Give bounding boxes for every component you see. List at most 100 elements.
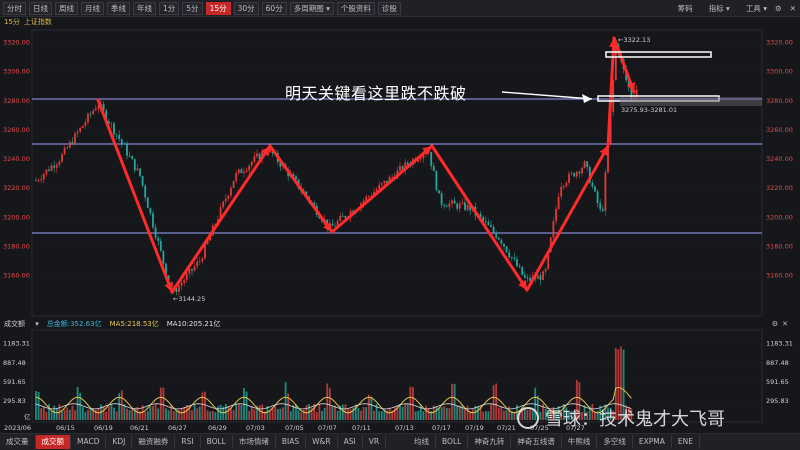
volume-bar — [110, 404, 113, 420]
candle-body — [383, 180, 386, 184]
tab-magic-five[interactable]: 神奇五线谱 — [511, 435, 562, 449]
date-tick-label: 07/05 — [285, 424, 304, 432]
tab-boll[interactable]: BOLL — [201, 435, 233, 449]
candle-body — [237, 169, 240, 173]
volume-bar — [63, 409, 66, 420]
date-tick-label: 06/21 — [130, 424, 149, 432]
volume-bar — [198, 406, 201, 420]
candle-body — [557, 196, 560, 210]
date-tick-label: 07/21 — [497, 424, 516, 432]
candle-body — [565, 182, 568, 186]
price-tick-label-left: 3160.00 — [3, 272, 30, 280]
candle-body — [484, 220, 487, 222]
tab-expma[interactable]: EXPMA — [633, 435, 672, 449]
candle-body — [146, 197, 149, 208]
volume-bar — [276, 409, 279, 420]
panel-settings-icon[interactable]: ⚙ — [772, 320, 778, 328]
candle-body — [201, 258, 204, 262]
tab-magic-nine[interactable]: 神奇九转 — [468, 435, 512, 449]
candle-body — [198, 261, 201, 262]
volume-bar — [406, 404, 409, 420]
volume-bar — [380, 411, 383, 420]
tab-sentiment[interactable]: 市场情绪 — [233, 435, 276, 449]
tab-bias[interactable]: BIAS — [276, 435, 307, 449]
volume-bar — [165, 408, 167, 420]
date-axis: 2023/06 06/15 06/19 06/21 06/27 06/29 07/03 07/… — [4, 424, 585, 432]
candle-body — [53, 165, 56, 168]
panel-close-icon[interactable]: ✕ — [782, 320, 788, 328]
volume-bar — [97, 408, 100, 420]
tab-boll-main[interactable]: BOLL — [436, 435, 469, 449]
volume-bar — [271, 407, 274, 420]
candle-body — [614, 44, 617, 81]
price-axis-right: 3320.00 3300.00 3280.00 3260.00 3240.00 3220.… — [766, 39, 793, 280]
candle-body — [84, 122, 87, 126]
tab-macd[interactable]: MACD — [71, 435, 107, 449]
volume-bar — [71, 405, 74, 420]
volume-bar — [464, 408, 466, 420]
candle-body — [224, 198, 227, 202]
date-tick-label: 2023/06 — [4, 424, 31, 432]
tab-wr[interactable]: W&R — [306, 435, 338, 449]
tab-margin[interactable]: 融资融券 — [132, 435, 176, 449]
tab-volume[interactable]: 成交量 — [0, 435, 36, 449]
volume-tick-label-left: 295.83 — [3, 397, 26, 405]
price-tick-label-right: 3180.00 — [766, 242, 793, 250]
candle-body — [74, 133, 76, 145]
candle-body — [438, 190, 440, 194]
chart-canvas[interactable]: ←3322.13 ←3144.25 3275.93-3281.01 3320.0… — [0, 0, 800, 449]
volume-bar — [248, 410, 251, 420]
price-tick-label-right: 3220.00 — [766, 184, 793, 192]
date-tick-label: 07/17 — [432, 424, 451, 432]
candle-body — [79, 127, 82, 132]
candle-body — [430, 151, 433, 166]
trend-arrow-line — [330, 144, 434, 234]
tab-ma[interactable]: 均线 — [408, 435, 437, 449]
volume-bar — [321, 410, 323, 420]
candle-body — [227, 195, 230, 199]
candle-body — [523, 274, 526, 278]
trend-arrow-line — [525, 144, 610, 292]
volume-bar — [240, 405, 243, 420]
volume-bar — [144, 411, 147, 420]
volume-bar — [269, 410, 271, 420]
tab-kdj[interactable]: KDJ — [106, 435, 133, 449]
candle-body — [453, 200, 456, 204]
tab-bull-bear[interactable]: 牛熊线 — [562, 435, 598, 449]
volume-bar — [66, 407, 69, 420]
volume-bar — [214, 412, 217, 420]
tab-asi[interactable]: ASI — [338, 435, 363, 449]
date-tick-label: 07/19 — [465, 424, 484, 432]
tab-vr[interactable]: VR — [363, 435, 387, 449]
candle-body — [120, 139, 123, 144]
volume-bar — [279, 408, 282, 420]
volume-bar — [360, 410, 362, 420]
volume-bar — [193, 403, 196, 420]
candle-body — [445, 206, 448, 208]
candle-body — [245, 170, 248, 172]
volume-bar — [274, 404, 277, 420]
candle-body — [518, 266, 521, 267]
volume-bar — [500, 405, 503, 420]
candle-body — [92, 110, 95, 114]
tab-long-short[interactable]: 多空线 — [597, 435, 633, 449]
volume-bar — [448, 408, 451, 420]
volume-selector[interactable]: 成交额 ▾ — [4, 319, 39, 329]
candle-body — [513, 257, 516, 260]
candle-body — [448, 203, 451, 208]
tab-rsi[interactable]: RSI — [175, 435, 201, 449]
volume-tick-label-right: 295.83 — [766, 397, 789, 405]
volume-bar — [74, 410, 76, 420]
candle-body — [451, 200, 453, 204]
candle-body — [45, 169, 48, 175]
volume-tick-label-left: 591.65 — [3, 378, 26, 386]
tab-amount[interactable]: 成交额 — [35, 435, 71, 449]
tab-ene[interactable]: ENE — [672, 435, 700, 449]
volume-bar — [237, 404, 240, 420]
volume-bar — [315, 412, 318, 420]
candle-body — [42, 174, 45, 180]
volume-bar — [471, 409, 474, 420]
volume-bar — [417, 410, 420, 420]
volume-bar — [438, 408, 440, 420]
volume-bar — [37, 391, 40, 420]
